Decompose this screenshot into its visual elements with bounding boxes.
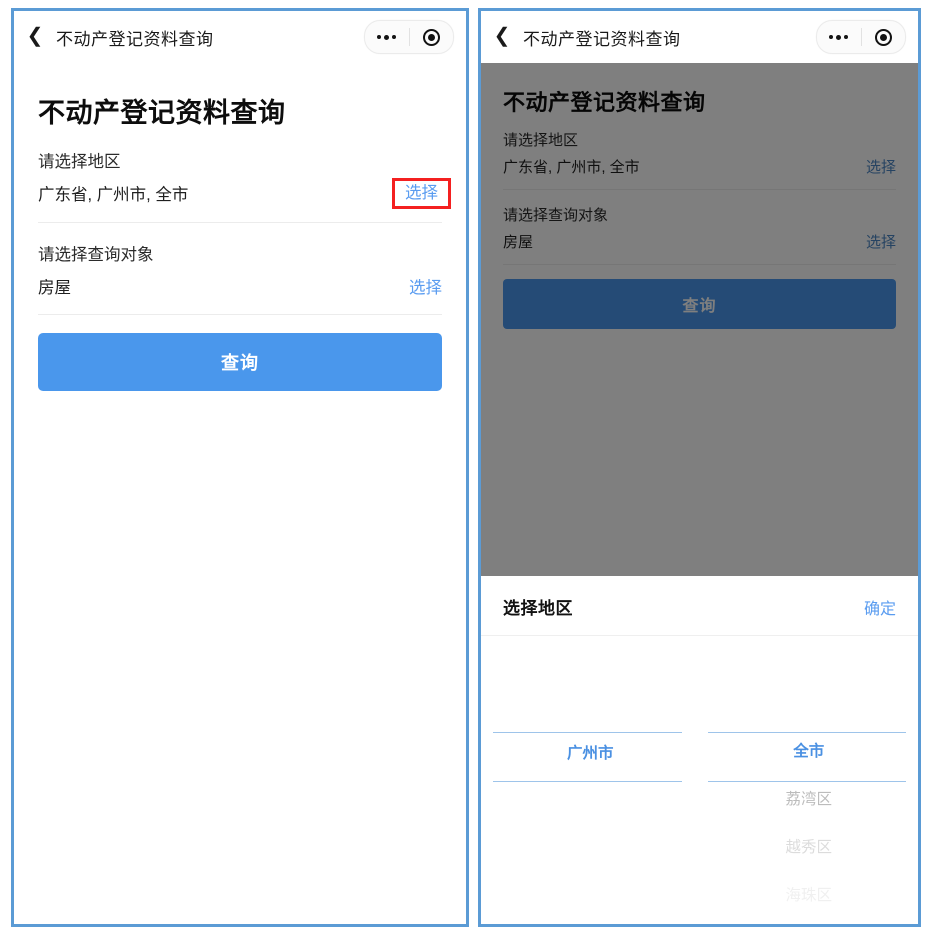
picker-item[interactable]	[481, 873, 700, 920]
region-picker-sheet: 选择地区 确定 广州市 全市 荔湾区 越秀区 海珠区	[481, 576, 918, 920]
picker-item[interactable]: 荔湾区	[700, 776, 919, 824]
picker-selected-district[interactable]: 全市	[700, 728, 919, 776]
nav-title: 不动产登记资料查询	[56, 29, 214, 49]
target-field-label: 请选择查询对象	[503, 207, 609, 224]
region-field-label: 请选择地区	[38, 153, 121, 171]
sheet-confirm-button[interactable]: 确定	[864, 595, 896, 619]
region-select-button[interactable]: 选择	[392, 178, 451, 209]
city-column[interactable]: 广州市	[481, 636, 700, 920]
field-divider	[503, 189, 896, 190]
region-field-value: 广东省, 广州市, 全市	[503, 159, 640, 176]
chevron-left-icon[interactable]: ❮	[14, 26, 56, 48]
target-field-label: 请选择查询对象	[38, 245, 154, 264]
page-body-right: 不动产登记资料查询 请选择地区 广东省, 广州市, 全市 选择 请选择查询对象 …	[481, 63, 918, 329]
target-circle-icon[interactable]	[862, 28, 906, 46]
field-divider	[38, 313, 442, 315]
target-field-value: 房屋	[38, 278, 71, 297]
dimmed-page-area: 不动产登记资料查询 请选择地区 广东省, 广州市, 全市 选择 请选择查询对象 …	[481, 63, 918, 576]
form-group-region: 请选择地区 广东省, 广州市, 全市 选择	[503, 129, 896, 189]
target-field-row: 房屋 选择	[503, 231, 896, 264]
region-field-row: 广东省, 广州市, 全市 选择	[38, 178, 451, 222]
picker-item[interactable]: 越秀区	[700, 824, 919, 872]
field-divider	[503, 264, 896, 265]
target-field-row: 房屋 选择	[38, 274, 442, 314]
target-field-value: 房屋	[503, 234, 534, 251]
picker-item[interactable]: 海珠区	[700, 872, 919, 920]
target-select-button[interactable]: 选择	[409, 274, 442, 298]
screenshot-stage: ❮ 不动产登记资料查询 不动产登记资料查询 请选择地区 广东省, 广州市, 全市…	[0, 0, 929, 935]
region-select-button[interactable]: 选择	[866, 156, 896, 177]
region-picker[interactable]: 广州市 全市 荔湾区 越秀区 海珠区	[481, 636, 918, 920]
query-submit-button[interactable]: 查询	[38, 332, 442, 391]
query-submit-button: 查询	[503, 279, 896, 329]
district-column[interactable]: 全市 荔湾区 越秀区 海珠区	[700, 636, 919, 920]
region-field-label: 请选择地区	[503, 132, 579, 149]
target-select-button[interactable]: 选择	[866, 231, 896, 252]
picker-item[interactable]	[481, 778, 700, 825]
form-group-target: 请选择查询对象 房屋 选择	[503, 204, 896, 264]
region-field-row: 广东省, 广州市, 全市 选择	[503, 156, 896, 189]
page-title: 不动产登记资料查询	[38, 98, 286, 128]
phone-screen-right: ❮ 不动产登记资料查询 不动产登记资料查询 请选择地区 广东省, 广州市, 全市	[478, 8, 921, 927]
navigation-bar: ❮ 不动产登记资料查询	[481, 11, 918, 63]
wechat-capsule-bar	[816, 20, 906, 54]
sheet-title: 选择地区	[503, 599, 573, 618]
target-circle-icon[interactable]	[410, 28, 454, 46]
picker-item[interactable]	[481, 826, 700, 873]
form-group-target: 请选择查询对象 房屋 选择	[38, 241, 442, 314]
wechat-capsule-bar	[364, 20, 454, 54]
phone-screen-left: ❮ 不动产登记资料查询 不动产登记资料查询 请选择地区 广东省, 广州市, 全市…	[11, 8, 469, 927]
chevron-left-icon[interactable]: ❮	[481, 26, 523, 48]
page-title: 不动产登记资料查询	[503, 90, 706, 115]
nav-title: 不动产登记资料查询	[523, 29, 681, 49]
region-field-value: 广东省, 广州市, 全市	[38, 186, 189, 205]
more-dots-icon[interactable]	[365, 34, 409, 40]
picker-selected-city[interactable]: 广州市	[481, 730, 700, 778]
form-group-region: 请选择地区 广东省, 广州市, 全市 选择	[38, 148, 451, 222]
navigation-bar: ❮ 不动产登记资料查询	[14, 11, 466, 63]
page-body-left: 不动产登记资料查询 请选择地区 广东省, 广州市, 全市 选择 请选择查询对象 …	[14, 63, 466, 391]
sheet-header: 选择地区 确定	[481, 576, 918, 635]
more-dots-icon[interactable]	[817, 34, 861, 40]
field-divider	[38, 221, 442, 223]
